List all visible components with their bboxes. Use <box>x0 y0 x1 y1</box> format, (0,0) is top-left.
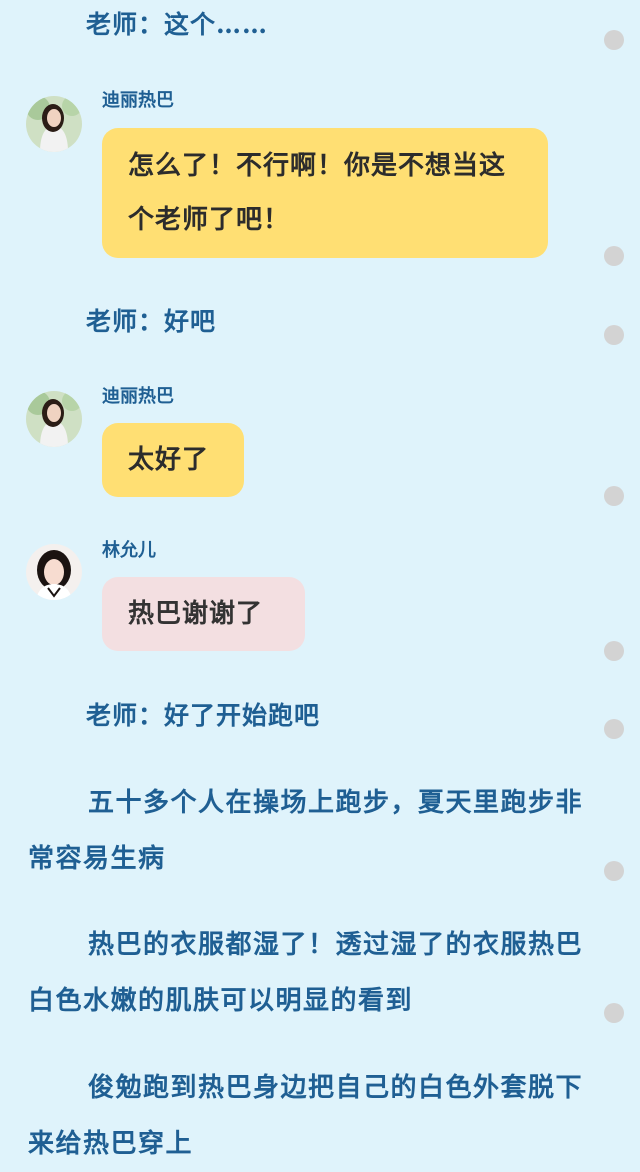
avatar-dilireba[interactable] <box>26 391 82 447</box>
scroll-indicator-dot[interactable] <box>604 325 624 345</box>
story-paragraph-2: 热巴的衣服都湿了！透过湿了的衣服热巴白色水嫩的肌肤可以明显的看到 <box>28 930 584 1016</box>
avatar-photo-icon <box>26 96 82 152</box>
speaker-name-dilireba: 迪丽热巴 <box>102 386 174 407</box>
scroll-indicator-dot[interactable] <box>604 486 624 506</box>
scroll-indicator-dot[interactable] <box>604 246 624 266</box>
chat-bubble-dilireba-2: 太好了 <box>102 423 244 497</box>
scroll-indicator-dot[interactable] <box>604 30 624 50</box>
story-paragraph-1: 五十多个人在操场上跑步，夏天里跑步非常容易生病 <box>28 788 584 874</box>
narration-line-teacher-2: 老师：好吧 <box>86 307 217 336</box>
avatar-photo-icon <box>26 391 82 447</box>
scroll-indicator-dot[interactable] <box>604 641 624 661</box>
scroll-indicator-dot[interactable] <box>604 861 624 881</box>
avatar-dilireba[interactable] <box>26 96 82 152</box>
narration-line-teacher-1: 老师：这个…… <box>86 10 269 39</box>
scroll-indicator-dot[interactable] <box>604 1003 624 1023</box>
speaker-name-linyuner: 林允儿 <box>102 540 156 561</box>
avatar-photo-icon <box>26 544 82 600</box>
speaker-name-dilireba: 迪丽热巴 <box>102 90 174 111</box>
chat-bubble-dilireba-1: 怎么了！不行啊！你是不想当这个老师了吧！ <box>102 128 548 258</box>
scroll-indicator-dot[interactable] <box>604 719 624 739</box>
story-paragraph-3: 俊勉跑到热巴身边把自己的白色外套脱下来给热巴穿上 <box>28 1073 584 1159</box>
avatar-linyuner[interactable] <box>26 544 82 600</box>
chat-bubble-linyuner-1: 热巴谢谢了 <box>102 577 305 651</box>
narration-line-teacher-3: 老师：好了开始跑吧 <box>86 701 321 730</box>
